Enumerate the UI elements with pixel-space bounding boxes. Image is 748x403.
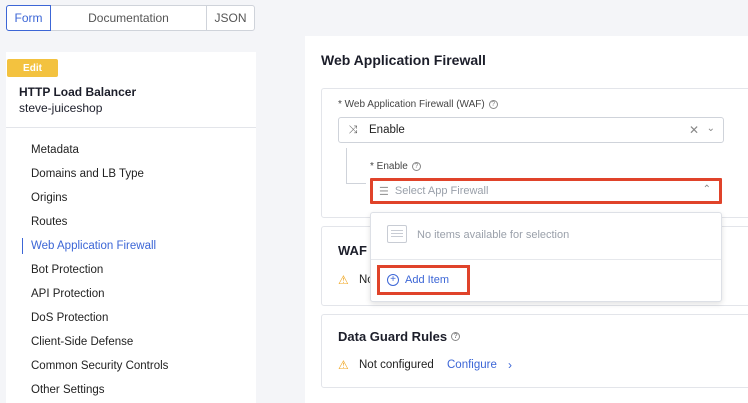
sidebar-nav: Metadata Domains and LB Type Origins Rou… <box>22 138 252 402</box>
sidebar-item-bot-protection[interactable]: Bot Protection <box>22 258 252 282</box>
tab-form[interactable]: Form <box>6 5 51 31</box>
tree-connector <box>346 148 366 184</box>
dropdown-divider <box>371 259 721 260</box>
waf-select-value: Enable <box>369 124 405 136</box>
shuffle-icon: ⤨ <box>348 123 358 136</box>
sidebar-item-other-settings[interactable]: Other Settings <box>22 378 252 402</box>
app-firewall-select[interactable]: ☰ Select App Firewall ⌃ <box>370 178 722 204</box>
warning-icon: ⚠ <box>338 358 349 372</box>
waf-card-title: WAF <box>338 243 367 258</box>
chevron-down-icon[interactable]: ⌄ <box>707 123 715 134</box>
plus-circle-icon: + <box>387 274 399 286</box>
data-guard-title-row: Data Guard Rules ? <box>338 329 461 344</box>
help-icon[interactable]: ? <box>488 100 498 109</box>
sidebar-item-common-security[interactable]: Common Security Controls <box>22 354 252 378</box>
sidebar-item-api-protection[interactable]: API Protection <box>22 282 252 306</box>
sidebar-item-metadata[interactable]: Metadata <box>22 138 252 162</box>
sidebar-divider <box>6 127 256 128</box>
add-item-label: Add Item <box>405 274 450 286</box>
clear-icon[interactable]: ✕ <box>689 123 699 137</box>
data-guard-title: Data Guard Rules <box>338 329 448 344</box>
sidebar-item-origins[interactable]: Origins <box>22 186 252 210</box>
tab-json[interactable]: JSON <box>207 6 254 30</box>
sidebar-item-dos-protection[interactable]: DoS Protection <box>22 306 252 330</box>
chevron-right-icon[interactable]: › <box>508 358 512 372</box>
enable-field-label: * Enable ? <box>370 161 421 172</box>
empty-list-icon <box>387 225 407 243</box>
waf-label-text: * Web Application Firewall (WAF) <box>338 99 485 110</box>
enable-label-text: * Enable <box>370 161 408 172</box>
section-title: Web Application Firewall <box>321 52 486 68</box>
waf-select[interactable]: ⤨ Enable ✕ ⌄ <box>338 117 724 143</box>
waf-field-label: * Web Application Firewall (WAF) ? <box>338 99 498 110</box>
edit-badge: Edit <box>7 59 58 77</box>
empty-message: No items available for selection <box>417 229 570 241</box>
lb-name: steve-juiceshop <box>19 101 103 115</box>
help-icon[interactable]: ? <box>411 162 421 171</box>
sidebar-item-waf[interactable]: Web Application Firewall <box>22 234 252 258</box>
sidebar-item-domains[interactable]: Domains and LB Type <box>22 162 252 186</box>
chevron-up-icon[interactable]: ⌃ <box>703 184 711 195</box>
data-guard-status: Not configured <box>359 359 434 371</box>
warning-icon: ⚠ <box>338 273 349 287</box>
tab-documentation[interactable]: Documentation <box>51 6 207 30</box>
configure-link[interactable]: Configure <box>447 359 497 371</box>
help-icon[interactable]: ? <box>451 332 461 341</box>
data-guard-card: Data Guard Rules ? ⚠ Not configured Conf… <box>321 314 748 388</box>
sidebar-item-client-side-defense[interactable]: Client-Side Defense <box>22 330 252 354</box>
view-tabs: Form Documentation JSON <box>6 5 255 31</box>
app-firewall-placeholder: Select App Firewall <box>394 185 489 197</box>
list-icon: ☰ <box>379 185 389 198</box>
app-firewall-dropdown: No items available for selection + Add I… <box>370 212 722 302</box>
add-item-button[interactable]: + Add Item <box>377 265 470 295</box>
sidebar-item-routes[interactable]: Routes <box>22 210 252 234</box>
sidebar: Edit HTTP Load Balancer steve-juiceshop … <box>6 52 256 403</box>
lb-type-title: HTTP Load Balancer <box>19 85 137 99</box>
